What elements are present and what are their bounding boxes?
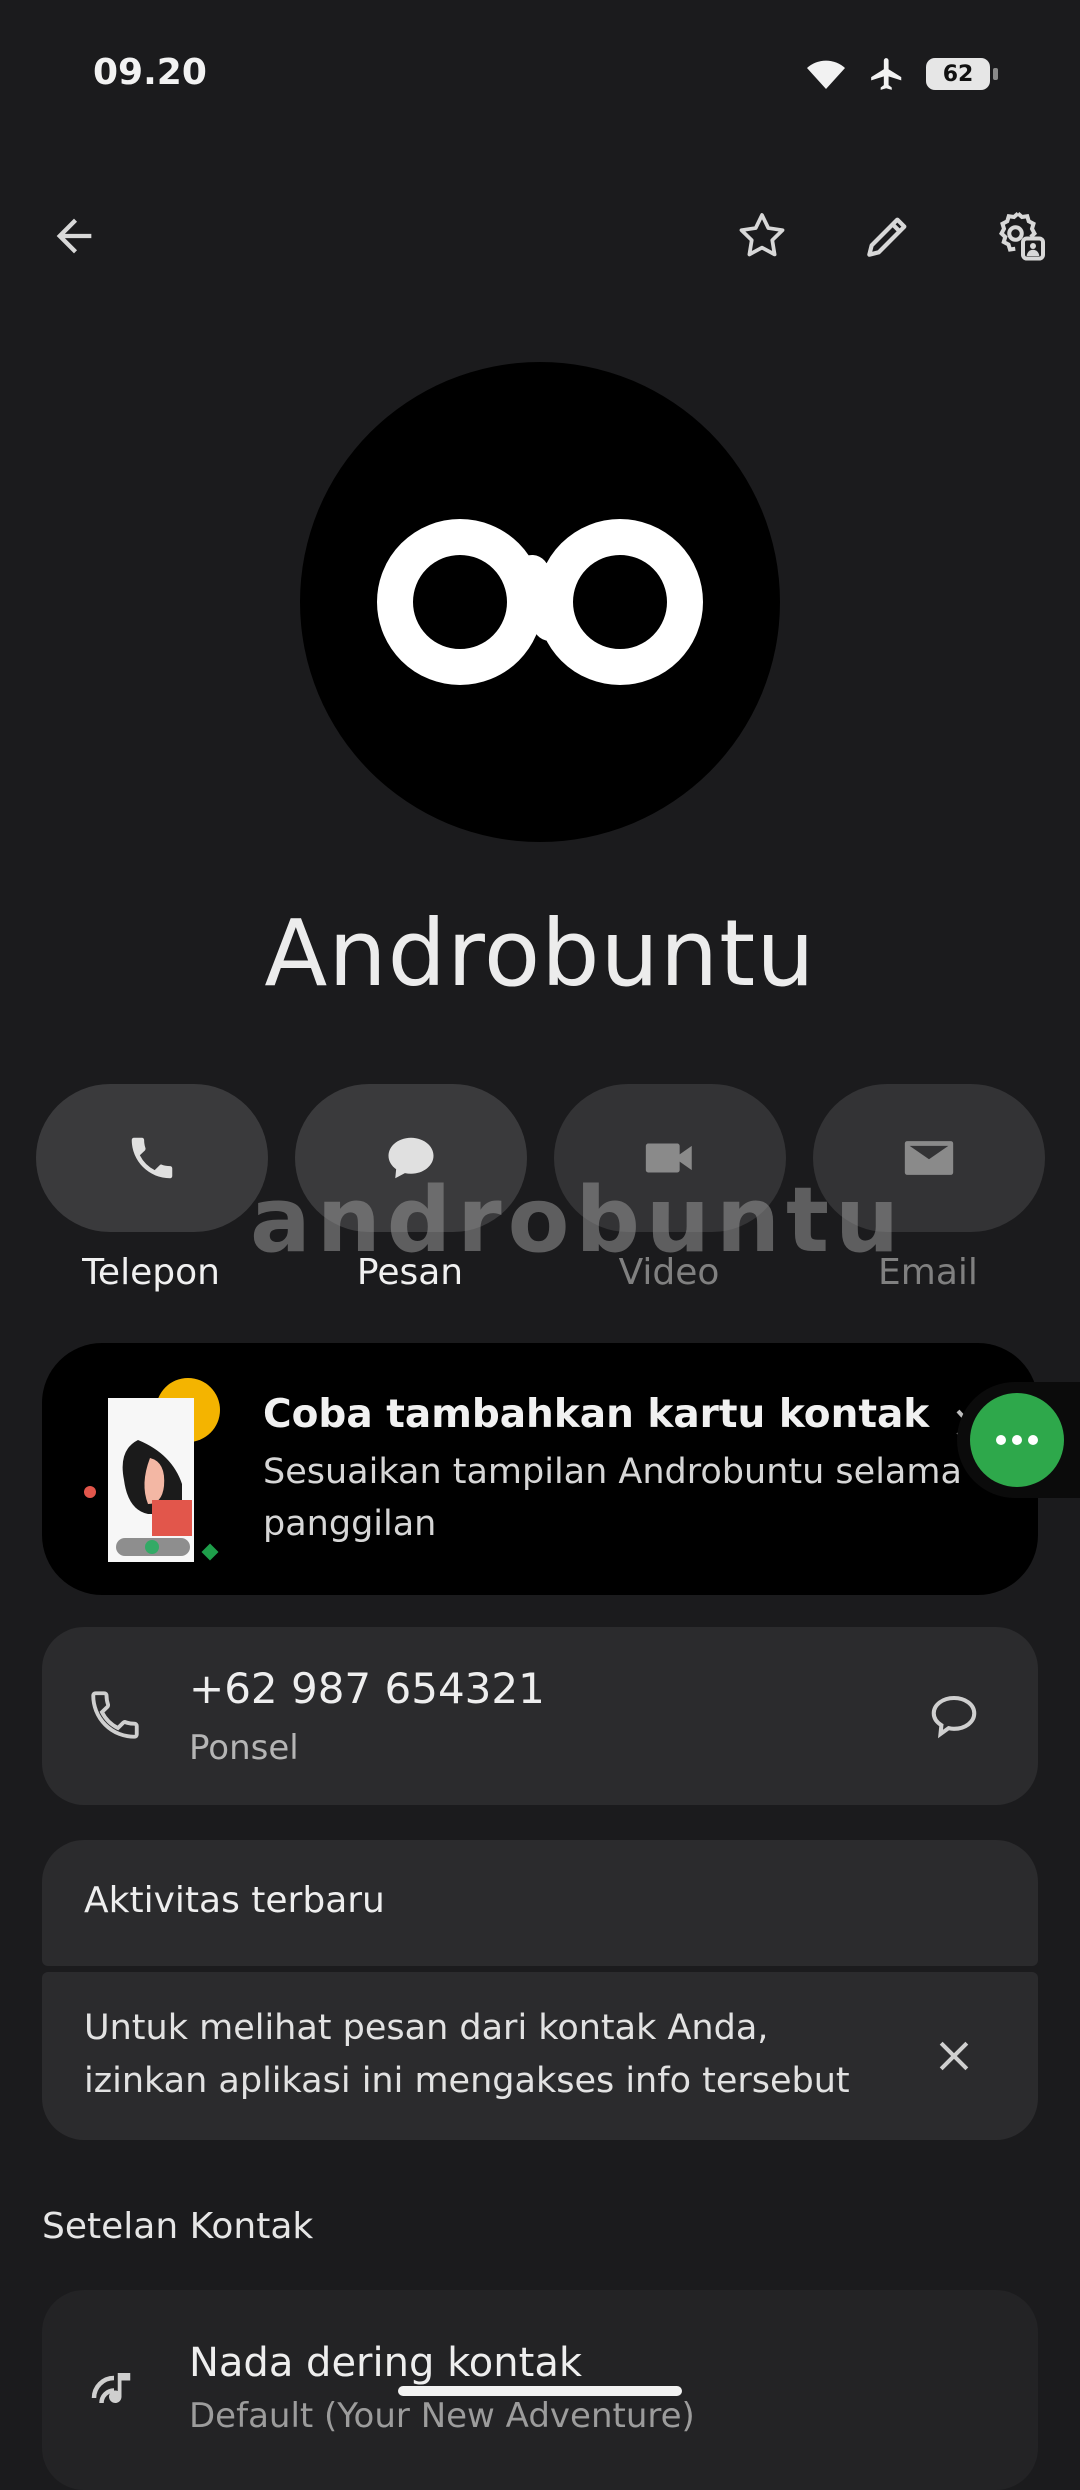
pencil-icon	[867, 217, 907, 257]
phone-number-row[interactable]	[42, 1627, 1038, 1805]
dismiss-permission-button[interactable]	[914, 2016, 994, 2096]
settings-person-icon	[999, 211, 1045, 261]
phone-row-icon	[86, 1686, 144, 1744]
star-outline-icon	[739, 213, 785, 257]
send-message-button[interactable]	[914, 1676, 994, 1756]
ringtone-icon	[84, 2358, 144, 2418]
email-icon	[904, 1141, 954, 1175]
phone-type-label: Ponsel	[189, 1728, 299, 1768]
promo-title: Coba tambahkan kartu kontak	[263, 1392, 930, 1437]
wifi-icon	[804, 56, 848, 92]
ringtone-value: Default (Your New Adventure)	[189, 2396, 695, 2436]
recent-activity-title: Aktivitas terbaru	[84, 1880, 385, 1921]
favorite-button[interactable]	[722, 196, 802, 276]
floating-more-button[interactable]	[970, 1393, 1064, 1487]
airplane-mode-icon	[868, 55, 906, 93]
more-horizontal-icon	[996, 1435, 1038, 1445]
permission-message: Untuk melihat pesan dari kontak Anda, iz…	[84, 2008, 850, 2101]
call-action-button[interactable]	[36, 1084, 268, 1232]
promo-description: Sesuaikan tampilan Androbuntu selama pan…	[263, 1452, 962, 1544]
phone-number: +62 987 654321	[189, 1664, 545, 1713]
status-time: 09.20	[93, 52, 207, 93]
ringtone-title: Nada dering kontak	[189, 2340, 582, 2386]
status-icons: 62	[804, 55, 998, 93]
edit-button[interactable]	[848, 196, 928, 276]
contact-settings-title: Setelan Kontak	[42, 2206, 314, 2247]
contact-settings-button[interactable]	[978, 196, 1058, 276]
gesture-navigation-handle[interactable]	[398, 2386, 682, 2396]
contact-avatar[interactable]	[300, 362, 780, 842]
watermark-text: androbuntu	[250, 1168, 906, 1273]
arrow-back-icon	[56, 218, 92, 254]
androbuntu-logo-icon	[377, 519, 703, 685]
contact-name: Androbuntu	[264, 900, 816, 1007]
message-outline-icon	[931, 1695, 977, 1739]
phone-icon	[131, 1137, 173, 1179]
promo-illustration	[80, 1370, 230, 1570]
back-button[interactable]	[34, 196, 114, 276]
call-action-label: Telepon	[82, 1252, 220, 1293]
battery-indicator: 62	[926, 58, 998, 90]
close-icon	[939, 2041, 969, 2071]
